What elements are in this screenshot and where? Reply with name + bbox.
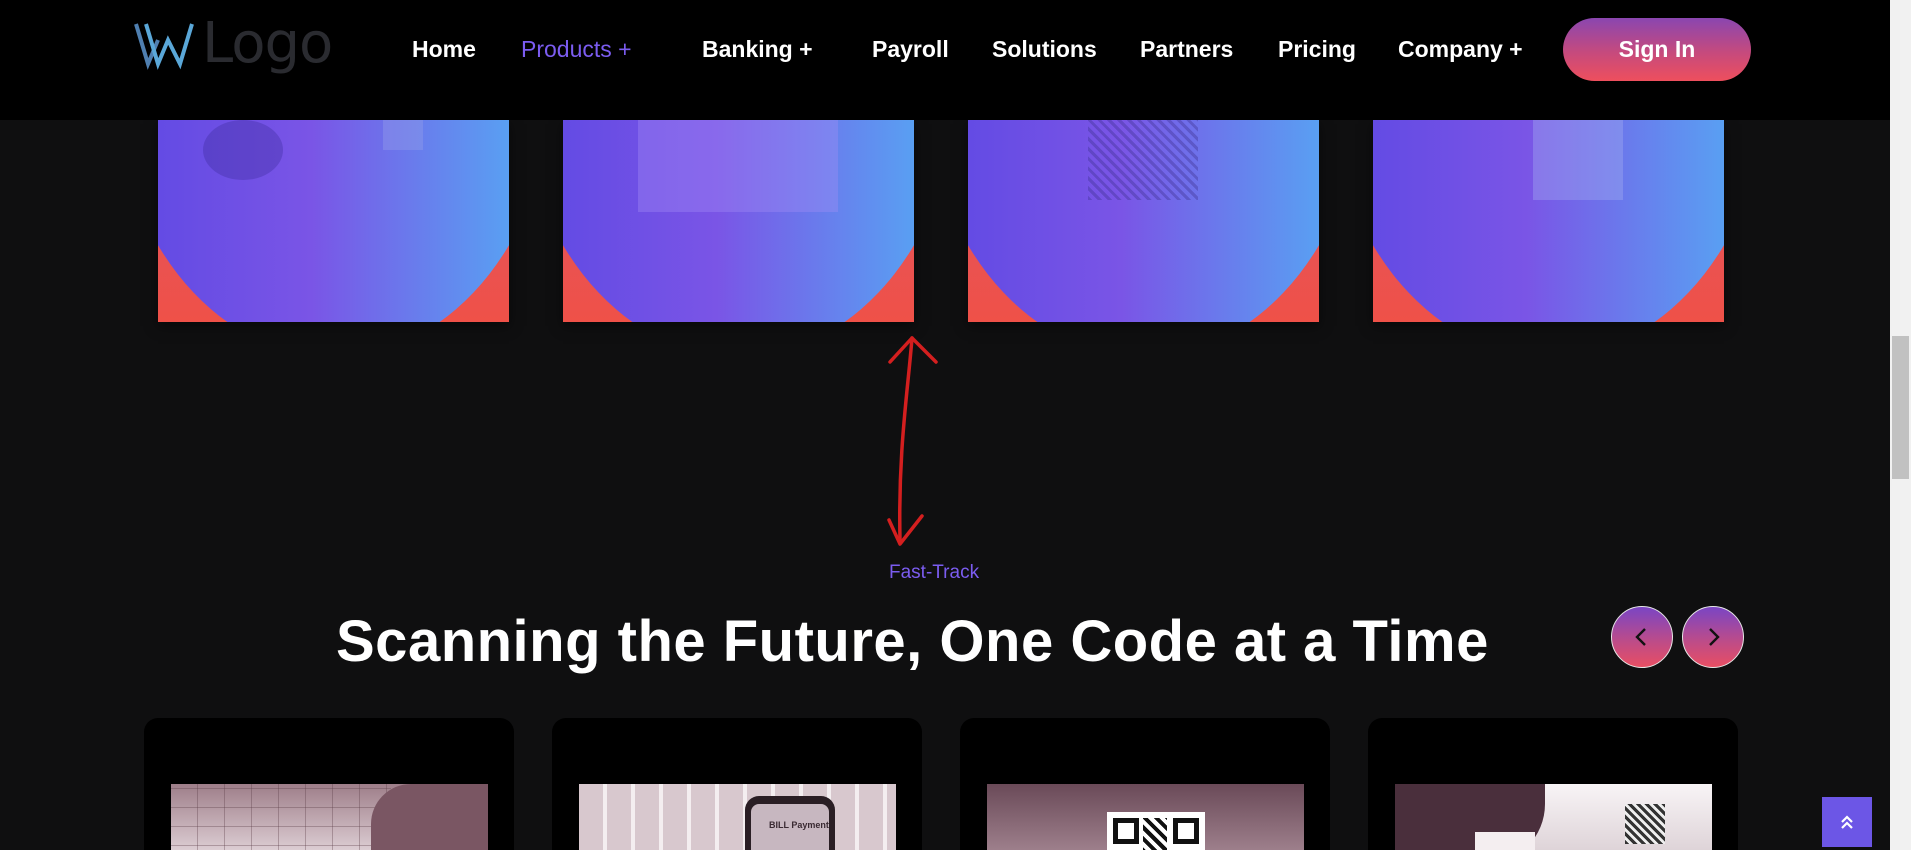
carousel-card[interactable] — [1368, 718, 1738, 850]
double-chevron-up-icon — [1841, 815, 1853, 829]
calendar-photo — [171, 784, 488, 850]
feature-card[interactable] — [158, 120, 509, 322]
back-to-top-button[interactable] — [1822, 797, 1872, 847]
nav-banking[interactable]: Banking + — [702, 36, 813, 63]
nav-partners[interactable]: Partners — [1140, 36, 1233, 63]
nav-payroll[interactable]: Payroll — [872, 36, 949, 63]
qr-code-photo — [987, 784, 1304, 850]
nav-solutions[interactable]: Solutions — [992, 36, 1097, 63]
carousel-card[interactable]: BILL Payment — [552, 718, 922, 850]
carousel-prev-button[interactable] — [1611, 606, 1673, 668]
scrollbar-thumb[interactable] — [1892, 336, 1909, 479]
chevron-right-icon — [1709, 628, 1720, 646]
laptop-shape — [638, 120, 838, 212]
carousel-next-button[interactable] — [1682, 606, 1744, 668]
bill-payment-phone-photo: BILL Payment — [579, 784, 896, 850]
carousel-card[interactable] — [960, 718, 1330, 850]
qr-card-photo — [1395, 784, 1712, 850]
carousel-card[interactable] — [144, 718, 514, 850]
feature-card[interactable] — [1373, 120, 1724, 322]
nav-products[interactable]: Products + — [521, 36, 632, 63]
feature-card[interactable] — [563, 120, 914, 322]
double-arrow-annotation-icon — [887, 336, 938, 546]
qr-shape — [1088, 120, 1198, 200]
page-scrollbar[interactable] — [1890, 0, 1911, 850]
card-stand-shape — [1533, 120, 1623, 200]
nav-company[interactable]: Company + — [1398, 36, 1523, 63]
nav-home[interactable]: Home — [412, 36, 476, 63]
site-header: Logo Home Products + Banking + Payroll S… — [0, 0, 1890, 120]
bill-payment-caption: BILL Payment — [769, 820, 829, 830]
sign-in-button[interactable]: Sign In — [1563, 18, 1751, 81]
nav-pricing[interactable]: Pricing — [1278, 36, 1356, 63]
chevron-left-icon — [1635, 628, 1646, 646]
section-headline: Scanning the Future, One Code at a Time — [336, 609, 1489, 674]
section-eyebrow: Fast-Track — [889, 562, 980, 583]
feature-card[interactable] — [968, 120, 1319, 322]
watch-shape — [383, 120, 423, 150]
cup-shape — [203, 120, 283, 180]
